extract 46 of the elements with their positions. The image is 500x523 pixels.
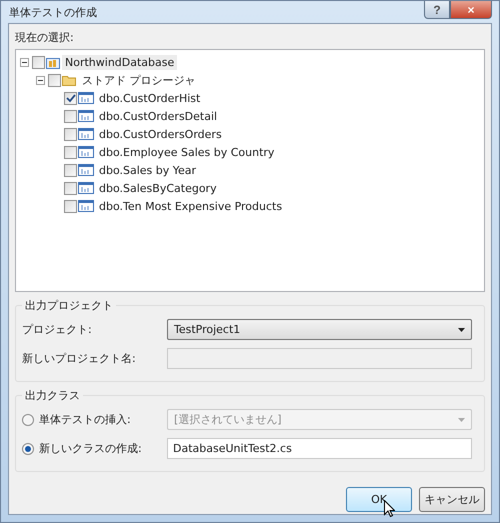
field-label: プロジェクト: xyxy=(22,322,93,337)
expand-toggle[interactable] xyxy=(20,58,29,66)
group-title: 出力プロジェクト xyxy=(24,298,114,313)
tree-item[interactable]: dbo.CustOrdersOrders xyxy=(96,126,225,142)
field-label: 新しいプロジェクト名: xyxy=(22,351,137,366)
window-title: 単体テストの作成 xyxy=(8,4,97,20)
radio-button[interactable] xyxy=(22,442,34,454)
checkbox[interactable] xyxy=(64,92,77,104)
tree-item[interactable]: dbo.Ten Most Expensive Products xyxy=(96,198,286,214)
procedure-icon xyxy=(78,164,94,176)
radio-label: 単体テストの挿入: xyxy=(39,412,131,427)
dropdown-arrow-icon xyxy=(458,328,465,332)
checkbox[interactable] xyxy=(32,56,45,68)
tree-item[interactable]: dbo.CustOrdersDetail xyxy=(96,108,220,124)
procedure-icon xyxy=(78,92,94,104)
database-icon xyxy=(46,56,60,68)
text-field[interactable]: DatabaseUnitTest2.cs xyxy=(167,438,472,459)
section-label: 現在の選択: xyxy=(15,30,75,45)
checkbox[interactable] xyxy=(64,182,77,194)
procedure-icon xyxy=(78,128,94,140)
checkbox[interactable] xyxy=(64,146,77,158)
tree-item[interactable]: dbo.Employee Sales by Country xyxy=(96,144,278,160)
cancel-button[interactable]: キャンセル xyxy=(419,487,485,512)
radio-label: 新しいクラスの作成: xyxy=(39,441,142,456)
dropdown[interactable]: TestProject1 xyxy=(167,319,472,340)
checkbox[interactable] xyxy=(48,74,61,86)
expand-toggle[interactable] xyxy=(36,76,45,84)
procedure-icon xyxy=(78,146,94,158)
procedure-icon xyxy=(78,110,94,122)
dropdown-arrow-icon xyxy=(458,418,465,422)
tree-item[interactable]: dbo.SalesByCategory xyxy=(96,180,220,196)
checkbox[interactable] xyxy=(64,128,77,140)
minus-icon xyxy=(22,60,27,64)
minus-icon xyxy=(38,78,43,82)
tree-item[interactable]: dbo.CustOrderHist xyxy=(96,90,204,106)
procedure-icon xyxy=(78,200,94,212)
checkbox[interactable] xyxy=(64,200,77,212)
checkbox[interactable] xyxy=(64,164,77,176)
tree-item[interactable]: dbo.Sales by Year xyxy=(96,162,200,178)
group-title: 出力クラス xyxy=(24,388,81,403)
folder-icon xyxy=(62,74,77,86)
help-button[interactable]: ? xyxy=(424,1,450,19)
procedure-icon xyxy=(78,182,94,194)
checkbox[interactable] xyxy=(64,110,77,122)
tree-item[interactable]: NorthwindDatabase xyxy=(62,54,178,70)
tree-item[interactable]: ストアド プロシージャ xyxy=(79,72,198,88)
